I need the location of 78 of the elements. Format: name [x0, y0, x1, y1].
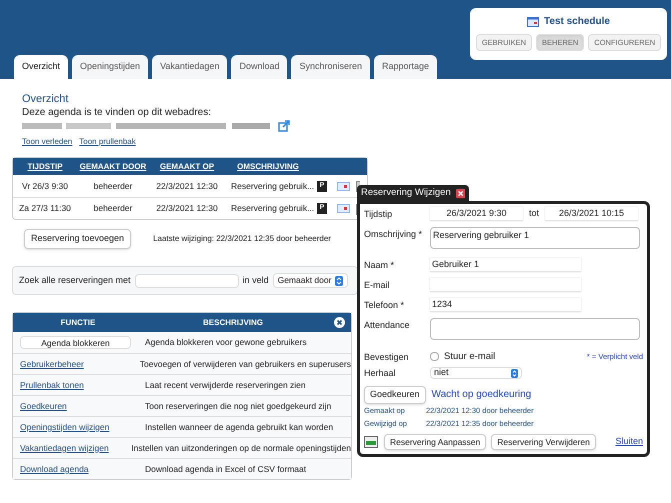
function-description: Toevoegen of verwijderen van gebruikers en superusers — [140, 358, 351, 370]
input-field[interactable]: Gebruiker 1 — [430, 258, 581, 272]
stepper-icon — [335, 276, 344, 286]
function-link[interactable]: Prullenbak tonen — [20, 378, 131, 392]
time-field[interactable]: 26/3/2021 10:15 — [545, 207, 638, 221]
function-description: Instellen van uitzonderingen op de normale openingstijden — [131, 442, 351, 454]
close-icon[interactable] — [456, 188, 465, 198]
table-cell-text: 22/3/2021 12:30 — [155, 202, 219, 215]
function-link[interactable]: Gebruikerbeheer — [20, 358, 126, 370]
function-link[interactable]: Vakantiedagen wijzigen — [20, 442, 118, 454]
time-field[interactable]: 26/3/2021 9:30 — [430, 207, 523, 221]
function-description: Download agenda in Excel of CSV formaat — [145, 462, 306, 476]
table-cell-text: beheerder — [92, 202, 134, 215]
field-label: Attendance — [364, 319, 411, 332]
section-heading: Overzicht — [22, 93, 70, 106]
table-cell-text: Reservering gebruik... — [230, 180, 311, 192]
column-header: GEMAAKT DOOR — [78, 160, 148, 172]
link[interactable]: Toon verleden — [22, 137, 72, 147]
calendar-icon — [527, 16, 540, 26]
tab[interactable]: Overzicht — [14, 55, 68, 79]
add-reservation-button[interactable]: Reservering toevoegen — [24, 229, 132, 248]
field-label: E-mail — [364, 279, 391, 292]
tab[interactable]: Synchroniseren — [291, 55, 370, 79]
function-description: Laat recent verwijderde reserveringen zien — [145, 378, 306, 392]
table-cell-text: Za 27/3 11:30 — [18, 202, 72, 215]
field-label: Herhaal — [364, 367, 397, 380]
tab[interactable]: Download — [231, 55, 288, 79]
search-field[interactable] — [134, 274, 239, 288]
dialog-title-tab: Reservering Wijzigen — [357, 185, 469, 201]
checkbox-label: Stuur e-mail — [444, 350, 496, 364]
table-cell-text: beheerder — [92, 180, 134, 192]
close-icon[interactable] — [334, 317, 345, 328]
table-cell-text: Vr 26/3 9:30 — [21, 180, 69, 192]
text-area[interactable]: Reservering gebruiker 1 — [430, 227, 640, 249]
spreadsheet-icon[interactable] — [364, 436, 378, 448]
input-field[interactable]: 1234 — [430, 298, 581, 312]
function-link[interactable]: Download agenda — [20, 462, 131, 476]
link[interactable]: Toon prullenbak — [79, 137, 136, 147]
table-cell-text: Reservering gebruik... — [230, 202, 311, 215]
input-field[interactable] — [430, 278, 581, 292]
field-label: Tijdstip — [364, 208, 394, 221]
calendar-icon[interactable] — [337, 182, 350, 190]
dialog-button[interactable]: Reservering Verwijderen — [491, 434, 596, 450]
search-label: Zoek alle reserveringen met — [19, 274, 131, 287]
tab[interactable]: Openingstijden — [72, 55, 148, 79]
checkbox[interactable] — [430, 352, 439, 361]
tab[interactable]: Vakantiedagen — [152, 55, 228, 79]
function-button[interactable]: Agenda blokkeren — [20, 336, 131, 349]
column-header: GEMAAKT OP — [158, 160, 216, 172]
function-link[interactable]: Openingstijden wijzigen — [20, 420, 131, 434]
function-description: Toon reserveringen die nog niet goedgekeurd zijn — [145, 400, 332, 412]
column-header: OMSCHRIJVING — [236, 160, 300, 172]
function-description: Instellen wanneer de agenda gebruikt kan worden — [145, 420, 334, 434]
field-label: in veld — [242, 274, 269, 287]
field-select[interactable]: Gemaakt door — [272, 273, 348, 288]
field-label: Omschrijving * — [364, 228, 424, 241]
address-label: Deze agenda is te vinden op dit webadres: — [22, 107, 212, 119]
calendar-icon[interactable] — [337, 204, 350, 213]
schedule-title: Test schedule — [544, 15, 610, 29]
function-description: Agenda blokkeren voor gewone gebruikers — [145, 336, 307, 349]
status-text: Wacht op goedkeuring — [432, 388, 532, 402]
close-link[interactable]: Sluiten — [615, 435, 643, 449]
separator-label: tot — [529, 207, 540, 220]
stepper-icon — [511, 368, 518, 378]
field-label: Telefoon * — [364, 299, 406, 312]
function-link[interactable]: Goedkeuren — [20, 400, 131, 412]
approve-button[interactable]: Goedkeuren — [364, 386, 426, 404]
tab[interactable]: Rapportage — [374, 55, 438, 79]
field-label: Bevestigen — [364, 351, 410, 364]
column-header: BESCHRIJVING — [203, 316, 264, 328]
table-cell-text: 22/3/2021 12:30 — [155, 180, 219, 192]
field-label: Naam * — [364, 259, 396, 272]
column-header: TIJDSTIP — [26, 160, 64, 172]
repeat-select[interactable]: niet — [430, 367, 522, 379]
external-link-icon[interactable] — [278, 120, 290, 132]
column-header: FUNCTIE — [60, 316, 96, 328]
dialog-button[interactable]: Reservering Aanpassen — [384, 434, 486, 450]
last-change-text: Laatste wijziging: 22/3/2021 12:35 door beheerder — [153, 232, 331, 245]
